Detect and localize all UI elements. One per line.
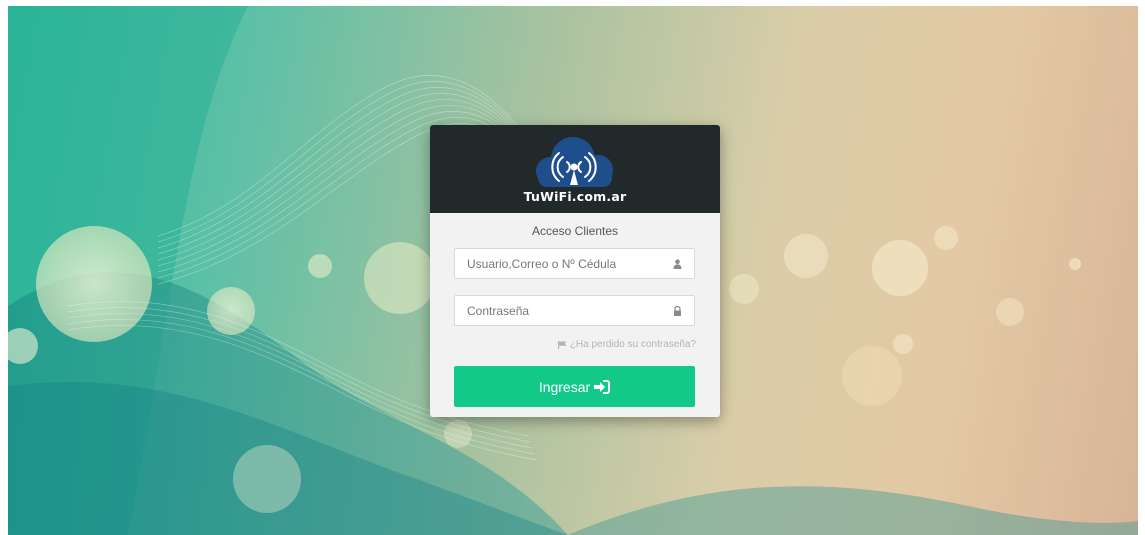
password-field[interactable] xyxy=(454,295,695,326)
password-input[interactable] xyxy=(467,296,667,325)
lock-icon xyxy=(674,306,681,316)
username-input[interactable] xyxy=(467,249,667,278)
submit-label: Ingresar xyxy=(538,378,591,395)
login-card: TuWiFi.com.ar Acceso Clientes ¿Ha perdid… xyxy=(430,125,720,417)
card-header: TuWiFi.com.ar xyxy=(430,125,720,213)
brand-name: TuWiFi.com.ar xyxy=(523,189,627,204)
login-title: Acceso Clientes xyxy=(531,224,619,238)
sign-in-icon xyxy=(594,379,611,394)
submit-button[interactable]: Ingresar xyxy=(454,366,695,407)
forgot-password-label: ¿Ha perdido su contraseña? xyxy=(569,339,696,350)
background-area: TuWiFi.com.ar Acceso Clientes ¿Ha perdid… xyxy=(8,6,1138,535)
user-icon xyxy=(673,259,682,269)
forgot-password-link[interactable]: ¿Ha perdido su contraseña? xyxy=(557,339,696,350)
username-field[interactable] xyxy=(454,248,695,279)
flag-icon xyxy=(557,340,567,349)
